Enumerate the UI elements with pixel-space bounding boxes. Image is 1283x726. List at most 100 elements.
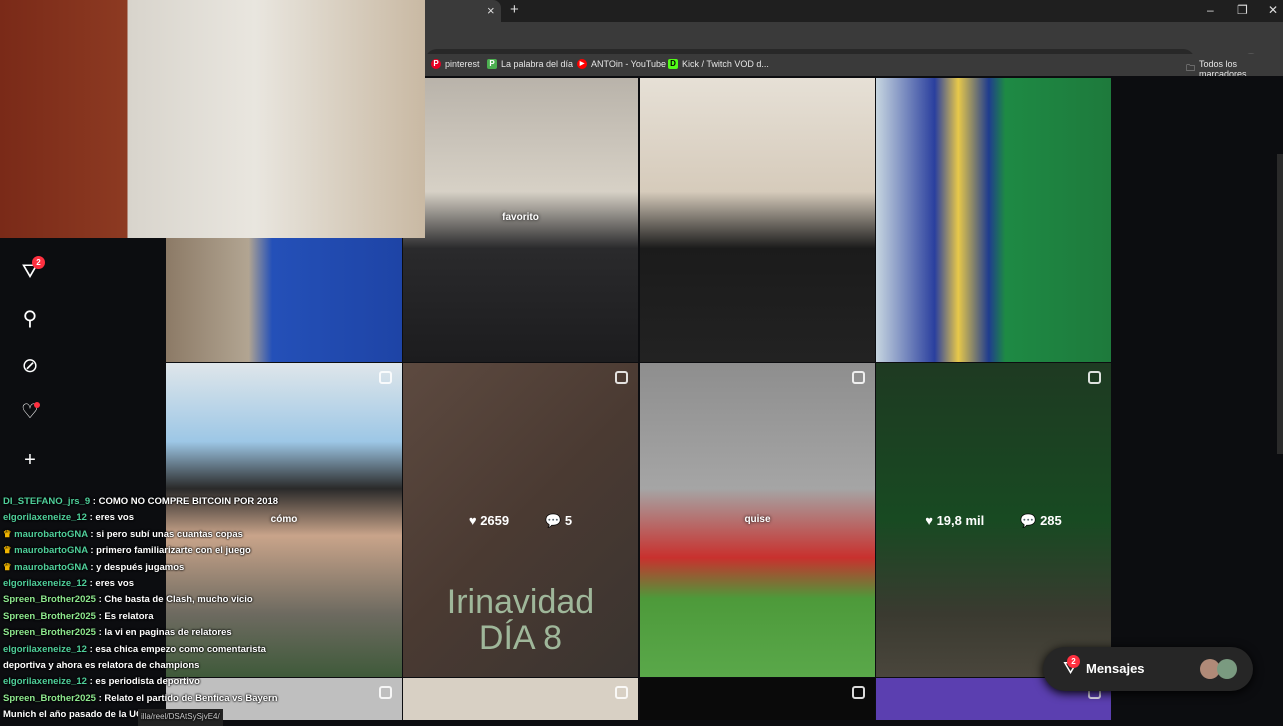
bookmark-palabra[interactable]: P La palabra del día — [487, 59, 573, 69]
bookmark-pinterest[interactable]: Ppinterest — [431, 59, 480, 69]
post-thumbnail[interactable]: favorito — [403, 78, 638, 362]
tab-close-button[interactable]: × — [487, 3, 495, 18]
post-thumbnail[interactable] — [166, 238, 402, 362]
chat-text: : eres vos — [86, 512, 134, 524]
crown-icon: ♛ — [3, 545, 15, 557]
folder-icon: 🗀 — [1186, 63, 1196, 73]
bookmark-kick[interactable]: D Kick / Twitch VOD d... — [668, 59, 769, 69]
post-thumbnail[interactable] — [640, 78, 875, 362]
messages-button[interactable]: ⛛ 2 Mensajes — [1043, 647, 1253, 691]
likes: ♥ 19,8 mil — [925, 513, 984, 529]
status-url: illa/reel/DSAtSySjvE4/ — [138, 709, 223, 726]
chat-message: ♛ maurobartoGNA : primero familiarizarte… — [0, 543, 300, 559]
chat-username: elgorilaxeneize_12 — [3, 643, 87, 655]
chat-message: elgorilaxeneize_12 : esa chica empezo co… — [0, 642, 300, 675]
messages-badge: 2 — [32, 256, 45, 269]
plus-icon: + — [24, 449, 36, 471]
chat-message: ♛ maurobartoGNA : si pero subí unas cuan… — [0, 527, 300, 543]
chat-message: elgorilaxeneize_12 : eres vos — [0, 576, 300, 592]
reel-icon — [379, 686, 392, 699]
messages-label: Mensajes — [1086, 661, 1145, 676]
chat-text: : COMO NO COMPRE BITCOIN POR 2018 — [90, 496, 279, 507]
likes: ♥ 2659 — [469, 513, 509, 529]
search-icon: ⚲ — [22, 308, 38, 330]
chat-message: elgorilaxeneize_12 : eres vos — [0, 510, 300, 526]
instagram-sidebar: ⛛ 2 ⚲ ⊘ ♡ + — [0, 238, 166, 498]
chat-message: Spreen_Brother2025 : Es relatora — [0, 609, 300, 625]
nav-messages[interactable]: ⛛ 2 — [18, 256, 45, 284]
chat-text: : la vi en paginas de relatores — [95, 627, 232, 639]
reel-icon — [615, 371, 628, 384]
caption-overlay: favorito — [502, 212, 539, 223]
youtube-icon: ▶ — [577, 59, 587, 69]
post-thumbnail-hovered[interactable]: ♥ 2659 💬 5 Irinavidad DÍA 8 — [403, 363, 638, 677]
reel-icon — [852, 371, 865, 384]
reel-icon — [379, 371, 392, 384]
nav-explore[interactable]: ⊘ — [18, 354, 42, 378]
chat-text: : si pero subí unas cuantas copas — [87, 528, 243, 540]
heart-icon: ♥ — [925, 513, 933, 528]
caption-overlay: Irinavidad — [446, 583, 595, 621]
nav-create[interactable]: + — [18, 448, 42, 472]
restore-button[interactable]: ❐ — [1237, 3, 1248, 17]
minimize-button[interactable]: – — [1207, 3, 1214, 17]
post-thumbnail[interactable] — [876, 78, 1111, 362]
comment-icon: 💬 — [545, 513, 562, 528]
chat-message: Spreen_Brother2025 : la vi en paginas de… — [0, 625, 300, 641]
reel-icon — [1088, 371, 1101, 384]
chat-username: maurobartoGNA — [14, 561, 88, 573]
comments-count: 285 — [1040, 513, 1062, 528]
chat-message: elgorilaxeneize_12 : es periodista depor… — [0, 674, 300, 690]
chat-text: : es periodista deportivo — [86, 676, 200, 688]
pinterest-icon: P — [431, 59, 441, 69]
bookmark-label: pinterest — [445, 59, 480, 69]
bookmark-label: ANTOin - YouTube — [591, 59, 667, 69]
post-thumbnail[interactable]: quise — [640, 363, 875, 677]
new-tab-button[interactable]: + — [510, 1, 519, 18]
comments: 💬 285 — [1020, 513, 1062, 529]
reel-icon — [615, 686, 628, 699]
likes-count: 19,8 mil — [936, 513, 985, 528]
messages-badge: 2 — [1067, 655, 1080, 668]
reel-icon — [852, 686, 865, 699]
bookmark-youtube[interactable]: ▶ ANTOin - YouTube — [577, 59, 666, 69]
stream-chat-overlay: DI_STEFANO_jrs_9 : COMO NO COMPRE BITCOI… — [0, 494, 300, 726]
chat-text: : Che basta de Clash, mucho vicio — [95, 594, 253, 606]
chat-username: elgorilaxeneize_12 — [3, 676, 87, 688]
scrollbar[interactable] — [1277, 154, 1283, 454]
likes-count: 2659 — [480, 513, 510, 528]
nav-notifications[interactable]: ♡ — [18, 400, 42, 424]
post-thumbnail-hovered[interactable]: ♥ 19,8 mil 💬 285 — [876, 363, 1111, 677]
crown-icon: ♛ — [3, 528, 15, 540]
chat-username: elgorilaxeneize_12 — [3, 578, 87, 590]
chat-username: maurobartoGNA — [14, 545, 88, 557]
close-button[interactable]: ✕ — [1268, 3, 1278, 17]
heart-icon: ♥ — [468, 513, 477, 528]
avatar — [1217, 659, 1237, 679]
post-stats: ♥ 2659 💬 5 — [403, 513, 638, 529]
chat-username: Spreen_Brother2025 — [3, 692, 96, 704]
chat-text: : primero familiarizarte con el juego — [87, 545, 251, 557]
caption-overlay: quise — [744, 514, 771, 525]
chat-text: : Es relatora — [95, 610, 154, 622]
palabra-icon: P — [487, 59, 497, 69]
chat-username: maurobartoGNA — [14, 528, 88, 540]
chat-username: Spreen_Brother2025 — [3, 610, 96, 622]
post-thumbnail[interactable] — [403, 678, 638, 720]
chat-username: elgorilaxeneize_12 — [3, 512, 87, 524]
caption-overlay: DÍA 8 — [478, 619, 563, 657]
kick-icon: D — [668, 59, 678, 69]
nav-search[interactable]: ⚲ — [18, 307, 42, 331]
chat-message: DI_STEFANO_jrs_9 : COMO NO COMPRE BITCOI… — [0, 494, 300, 510]
bookmark-label: Kick / Twitch VOD d... — [682, 59, 769, 69]
notification-dot — [34, 402, 40, 408]
streamer-webcam — [0, 0, 425, 238]
bookmark-label: La palabra del día — [501, 59, 574, 69]
chat-username: DI_STEFANO_jrs_9 — [3, 496, 91, 507]
comments-count: 5 — [564, 513, 573, 528]
chat-message: ♛ maurobartoGNA : y después jugamos — [0, 560, 300, 576]
chat-text: : y después jugamos — [87, 561, 185, 573]
chat-message: Spreen_Brother2025 : Che basta de Clash,… — [0, 592, 300, 608]
chat-username: Spreen_Brother2025 — [3, 594, 96, 606]
post-thumbnail[interactable] — [640, 678, 875, 720]
